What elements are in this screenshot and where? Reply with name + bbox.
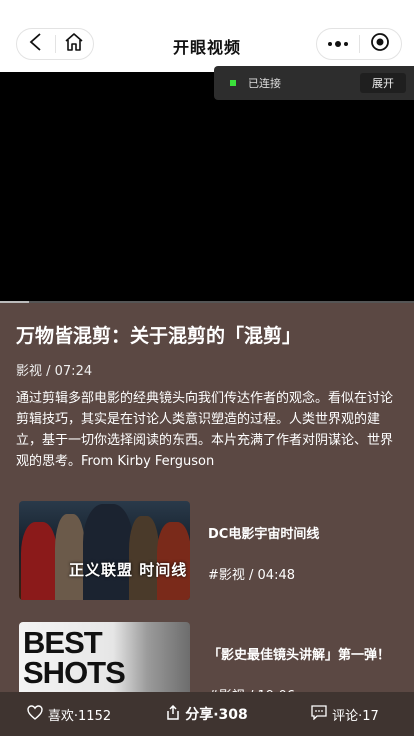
target-close-icon [370, 32, 390, 56]
comment-icon [311, 704, 327, 724]
connected-indicator-icon [230, 80, 236, 86]
thumbnail-logo-text: 正义联盟 时间线 [69, 561, 188, 579]
like-label: 喜欢·1152 [47, 708, 112, 724]
expand-button[interactable]: 展开 [360, 73, 406, 93]
video-meta: 影视 / 07:24 [16, 364, 93, 379]
related-video-title: 「影史最佳镜头讲解」第一弹！ [208, 648, 391, 663]
more-button[interactable] [317, 29, 359, 59]
related-video-title: DC电影宇宙时间线 [208, 527, 320, 542]
connection-status: 已连接 [248, 77, 281, 90]
video-description: 通过剪辑多部电影的经典镜头向我们传达作者的观念。看似在讨论剪辑技巧，其实是在讨论… [16, 391, 394, 469]
comment-label: 评论·17 [332, 708, 379, 724]
more-dots-icon [327, 40, 348, 47]
comment-button[interactable]: 评论·17 [276, 704, 414, 724]
video-info: 万物皆混剪：关于混剪的「混剪」 影视 / 07:24 通过剪辑多部电影的经典镜头… [16, 322, 396, 472]
share-icon [166, 704, 180, 724]
share-label: 分享·308 [185, 707, 248, 723]
heart-icon [27, 704, 43, 724]
menu-capsule [316, 28, 402, 60]
video-player[interactable] [0, 72, 414, 303]
video-progress-fill [0, 301, 29, 303]
share-button[interactable]: 分享·308 [138, 704, 276, 724]
video-progress-bar[interactable] [0, 301, 414, 303]
related-video-meta: #影视 / 04:48 [208, 568, 296, 583]
thumbnail-logo-text: BEST SHOTS [23, 625, 126, 690]
video-thumbnail: 正义联盟 时间线 [19, 501, 190, 600]
bottom-action-bar: 喜欢·1152 分享·308 评论·17 [0, 692, 414, 736]
like-button[interactable]: 喜欢·1152 [0, 704, 138, 724]
cast-connection-banner: 已连接 展开 [214, 66, 414, 100]
top-navigation-bar: 开眼视频 [0, 0, 414, 72]
video-title: 万物皆混剪：关于混剪的「混剪」 [16, 325, 302, 347]
close-miniprogram-button[interactable] [359, 29, 401, 59]
related-video-item[interactable]: 正义联盟 时间线 DC电影宇宙时间线 #影视 / 04:48 [19, 501, 399, 600]
